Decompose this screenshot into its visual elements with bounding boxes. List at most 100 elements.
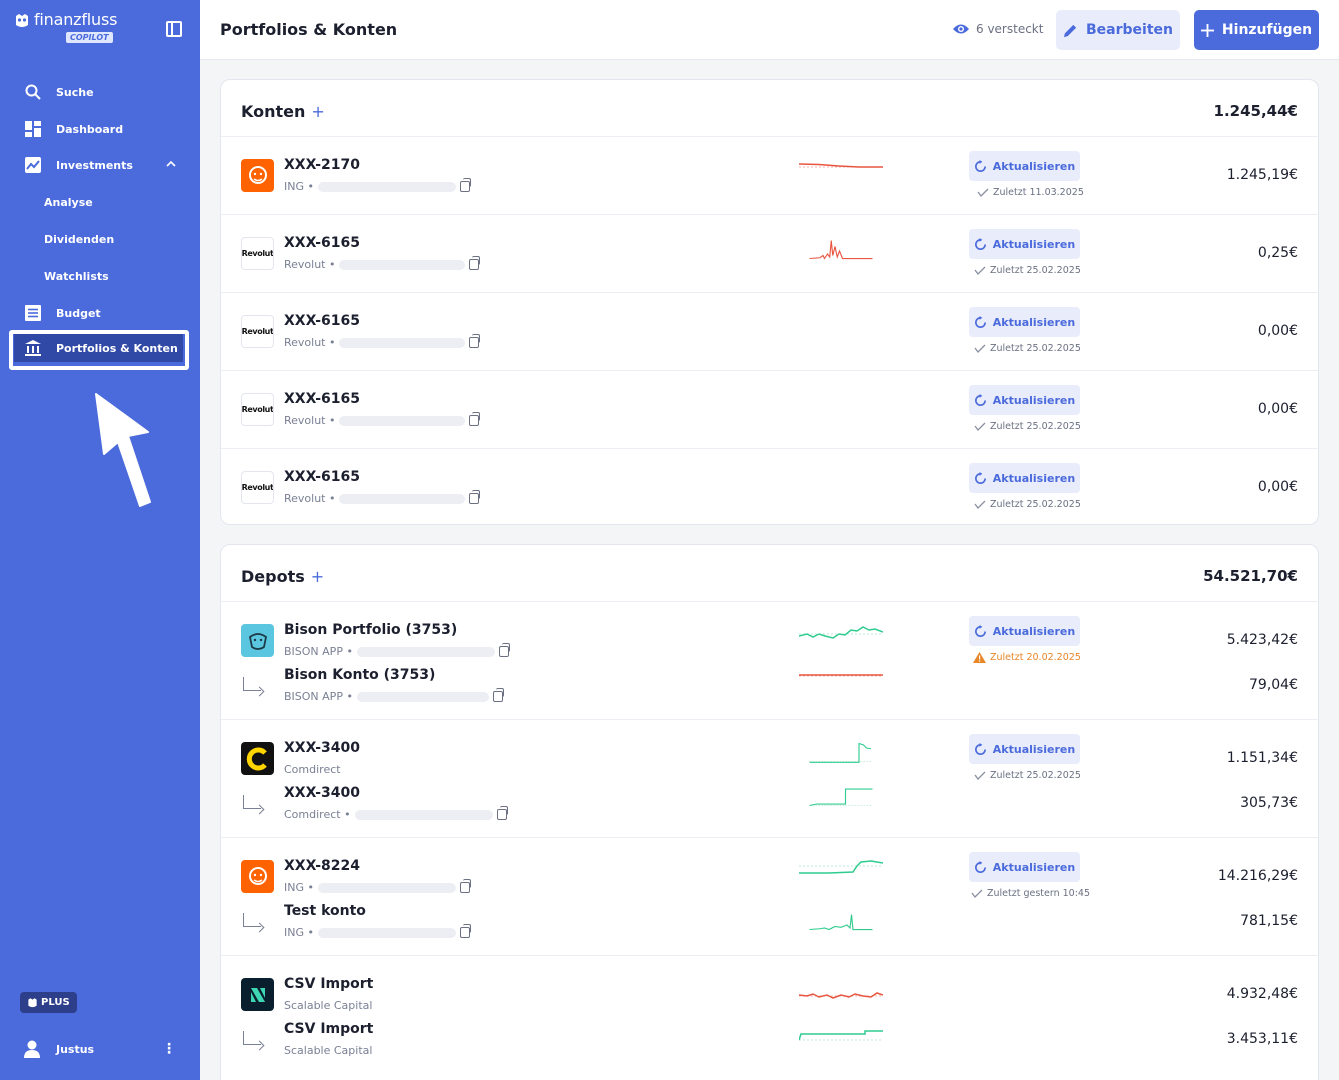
last-updated-warning: Zuletzt 20.02.2025 bbox=[973, 652, 1081, 663]
sub-account-arrow-icon bbox=[243, 913, 261, 927]
sidebar-item-label: Watchlists bbox=[44, 269, 109, 283]
add-account-icon[interactable]: + bbox=[311, 102, 324, 121]
accounts-card: Konten + 1.245,44€ XXX-2170 ING • Aktuali… bbox=[220, 79, 1319, 525]
copy-icon[interactable] bbox=[492, 688, 504, 702]
sidebar-item-label: Dashboard bbox=[56, 122, 124, 136]
copy-icon[interactable] bbox=[459, 879, 471, 893]
depot-balance: 4.932,48€ bbox=[1226, 986, 1298, 1002]
sidebar-item-budget[interactable]: Budget bbox=[14, 297, 186, 329]
refresh-button[interactable]: Aktualisieren bbox=[969, 463, 1080, 493]
plan-badge[interactable]: PLUS bbox=[20, 992, 77, 1013]
depot-name: Bison Portfolio (3753) bbox=[284, 622, 458, 638]
account-meta: Revolut • bbox=[284, 490, 481, 505]
edit-button[interactable]: Bearbeiten bbox=[1056, 10, 1180, 50]
ing-lion-logo-icon bbox=[241, 860, 274, 893]
account-balance: 0,00€ bbox=[1257, 323, 1298, 339]
sidebar-item-dashboard[interactable]: Dashboard bbox=[14, 113, 186, 145]
add-button[interactable]: Hinzufügen bbox=[1194, 10, 1319, 50]
active-highlight-frame bbox=[9, 330, 189, 370]
refresh-icon bbox=[974, 393, 986, 406]
edit-label: Bearbeiten bbox=[1086, 22, 1173, 38]
logo[interactable]: finanzfluss COPILOT bbox=[14, 10, 117, 43]
sub-account-arrow-icon bbox=[243, 677, 261, 691]
check-icon bbox=[971, 889, 983, 898]
copy-icon[interactable] bbox=[469, 412, 481, 426]
depot-sparkline bbox=[799, 992, 883, 999]
account-meta: ING • bbox=[284, 178, 471, 193]
refresh-icon bbox=[974, 624, 986, 637]
sidebar-item-search[interactable]: Suche bbox=[14, 76, 186, 108]
pencil-icon bbox=[1063, 24, 1077, 37]
sub-account-name: CSV Import bbox=[284, 1021, 374, 1037]
account-row[interactable]: Revolut XXX-6165 Revolut • Aktualisieren… bbox=[221, 293, 1318, 371]
refresh-button[interactable]: Aktualisieren bbox=[969, 616, 1080, 646]
accounts-card-header: Konten + 1.245,44€ bbox=[221, 80, 1318, 137]
warning-icon bbox=[973, 652, 986, 663]
account-balance: 0,00€ bbox=[1257, 401, 1298, 417]
sidebar-item-label: Budget bbox=[56, 306, 101, 320]
sub-account-meta: ING • bbox=[284, 924, 471, 939]
copy-icon[interactable] bbox=[496, 806, 508, 820]
depot-balance: 5.423,42€ bbox=[1226, 632, 1298, 648]
iban-masked bbox=[317, 181, 456, 192]
copy-icon[interactable] bbox=[498, 643, 510, 657]
revolut-logo: Revolut bbox=[241, 393, 274, 426]
iban-masked bbox=[354, 809, 493, 820]
revolut-logo: Revolut bbox=[241, 315, 274, 348]
depot-sparkline bbox=[809, 742, 873, 763]
account-row[interactable]: Revolut XXX-6165 Revolut • Aktualisieren… bbox=[221, 449, 1318, 524]
accounts-title: Konten + bbox=[241, 102, 325, 121]
refresh-button[interactable]: Aktualisieren bbox=[969, 385, 1080, 415]
sub-account-meta: Comdirect • bbox=[284, 806, 508, 821]
sub-account-arrow-icon bbox=[243, 1031, 261, 1045]
comdirect-logo-icon bbox=[241, 742, 274, 775]
account-row[interactable]: Revolut XXX-6165 Revolut • Aktualisieren… bbox=[221, 215, 1318, 293]
more-options-icon[interactable]: ⋮ bbox=[162, 1040, 176, 1058]
depot-balance: 1.151,34€ bbox=[1226, 750, 1298, 766]
iban-masked bbox=[339, 493, 466, 504]
refresh-button[interactable]: Aktualisieren bbox=[969, 852, 1080, 882]
refresh-button[interactable]: Aktualisieren bbox=[969, 734, 1080, 764]
check-icon bbox=[974, 266, 986, 275]
copy-icon[interactable] bbox=[469, 334, 481, 348]
last-updated: Zuletzt 25.02.2025 bbox=[974, 499, 1081, 510]
refresh-button[interactable]: Aktualisieren bbox=[969, 307, 1080, 337]
add-depot-icon[interactable]: + bbox=[311, 567, 324, 586]
depot-balance: 14.216,29€ bbox=[1217, 868, 1298, 884]
chevron-up-icon[interactable] bbox=[166, 157, 176, 171]
sidebar-item-dividends[interactable]: Dividenden bbox=[14, 223, 186, 255]
copy-icon[interactable] bbox=[469, 256, 481, 270]
sub-account-sparkline bbox=[799, 1030, 883, 1041]
account-balance: 0,00€ bbox=[1257, 479, 1298, 495]
depot-group[interactable]: Bison Portfolio (3753) BISON APP • Aktua… bbox=[221, 602, 1318, 720]
copy-icon[interactable] bbox=[469, 490, 481, 504]
sidebar-item-watchlists[interactable]: Watchlists bbox=[14, 260, 186, 292]
sub-account-arrow-icon bbox=[243, 795, 261, 809]
depot-group[interactable]: XXX-3400 Comdirect Aktualisieren Zuletzt… bbox=[221, 720, 1318, 838]
sidebar-item-analyse[interactable]: Analyse bbox=[14, 186, 186, 218]
depot-name: XXX-3400 bbox=[284, 740, 361, 756]
pointer-arrow-icon bbox=[95, 393, 151, 507]
copilot-badge: COPILOT bbox=[66, 32, 113, 43]
sidebar-toggle-icon[interactable] bbox=[166, 21, 182, 37]
depot-sparkline bbox=[799, 626, 883, 639]
iban-masked bbox=[317, 882, 456, 893]
sidebar-item-investments[interactable]: Investments bbox=[14, 149, 186, 181]
refresh-button[interactable]: Aktualisieren bbox=[969, 151, 1080, 181]
copy-icon[interactable] bbox=[459, 924, 471, 938]
user-menu[interactable]: Justus ⋮ bbox=[24, 1038, 184, 1060]
sidebar-item-label: Suche bbox=[56, 85, 94, 99]
account-row[interactable]: Revolut XXX-6165 Revolut • Aktualisieren… bbox=[221, 371, 1318, 449]
depot-group[interactable]: CSV Import Scalable Capital 4.932,48€ CS… bbox=[221, 956, 1318, 1074]
depot-meta: BISON APP • bbox=[284, 643, 510, 658]
sub-account-sparkline bbox=[809, 914, 873, 931]
hidden-accounts-toggle[interactable]: 6 versteckt bbox=[952, 22, 1043, 36]
account-balance: 0,25€ bbox=[1257, 245, 1298, 261]
eye-icon bbox=[953, 24, 969, 34]
last-updated: Zuletzt 25.02.2025 bbox=[974, 343, 1081, 354]
refresh-icon bbox=[974, 315, 986, 328]
depot-group[interactable]: XXX-8224 ING • Aktualisieren Zuletzt ges… bbox=[221, 838, 1318, 956]
account-row[interactable]: XXX-2170 ING • Aktualisieren Zuletzt 11.… bbox=[221, 137, 1318, 215]
refresh-button[interactable]: Aktualisieren bbox=[969, 229, 1080, 259]
copy-icon[interactable] bbox=[459, 178, 471, 192]
